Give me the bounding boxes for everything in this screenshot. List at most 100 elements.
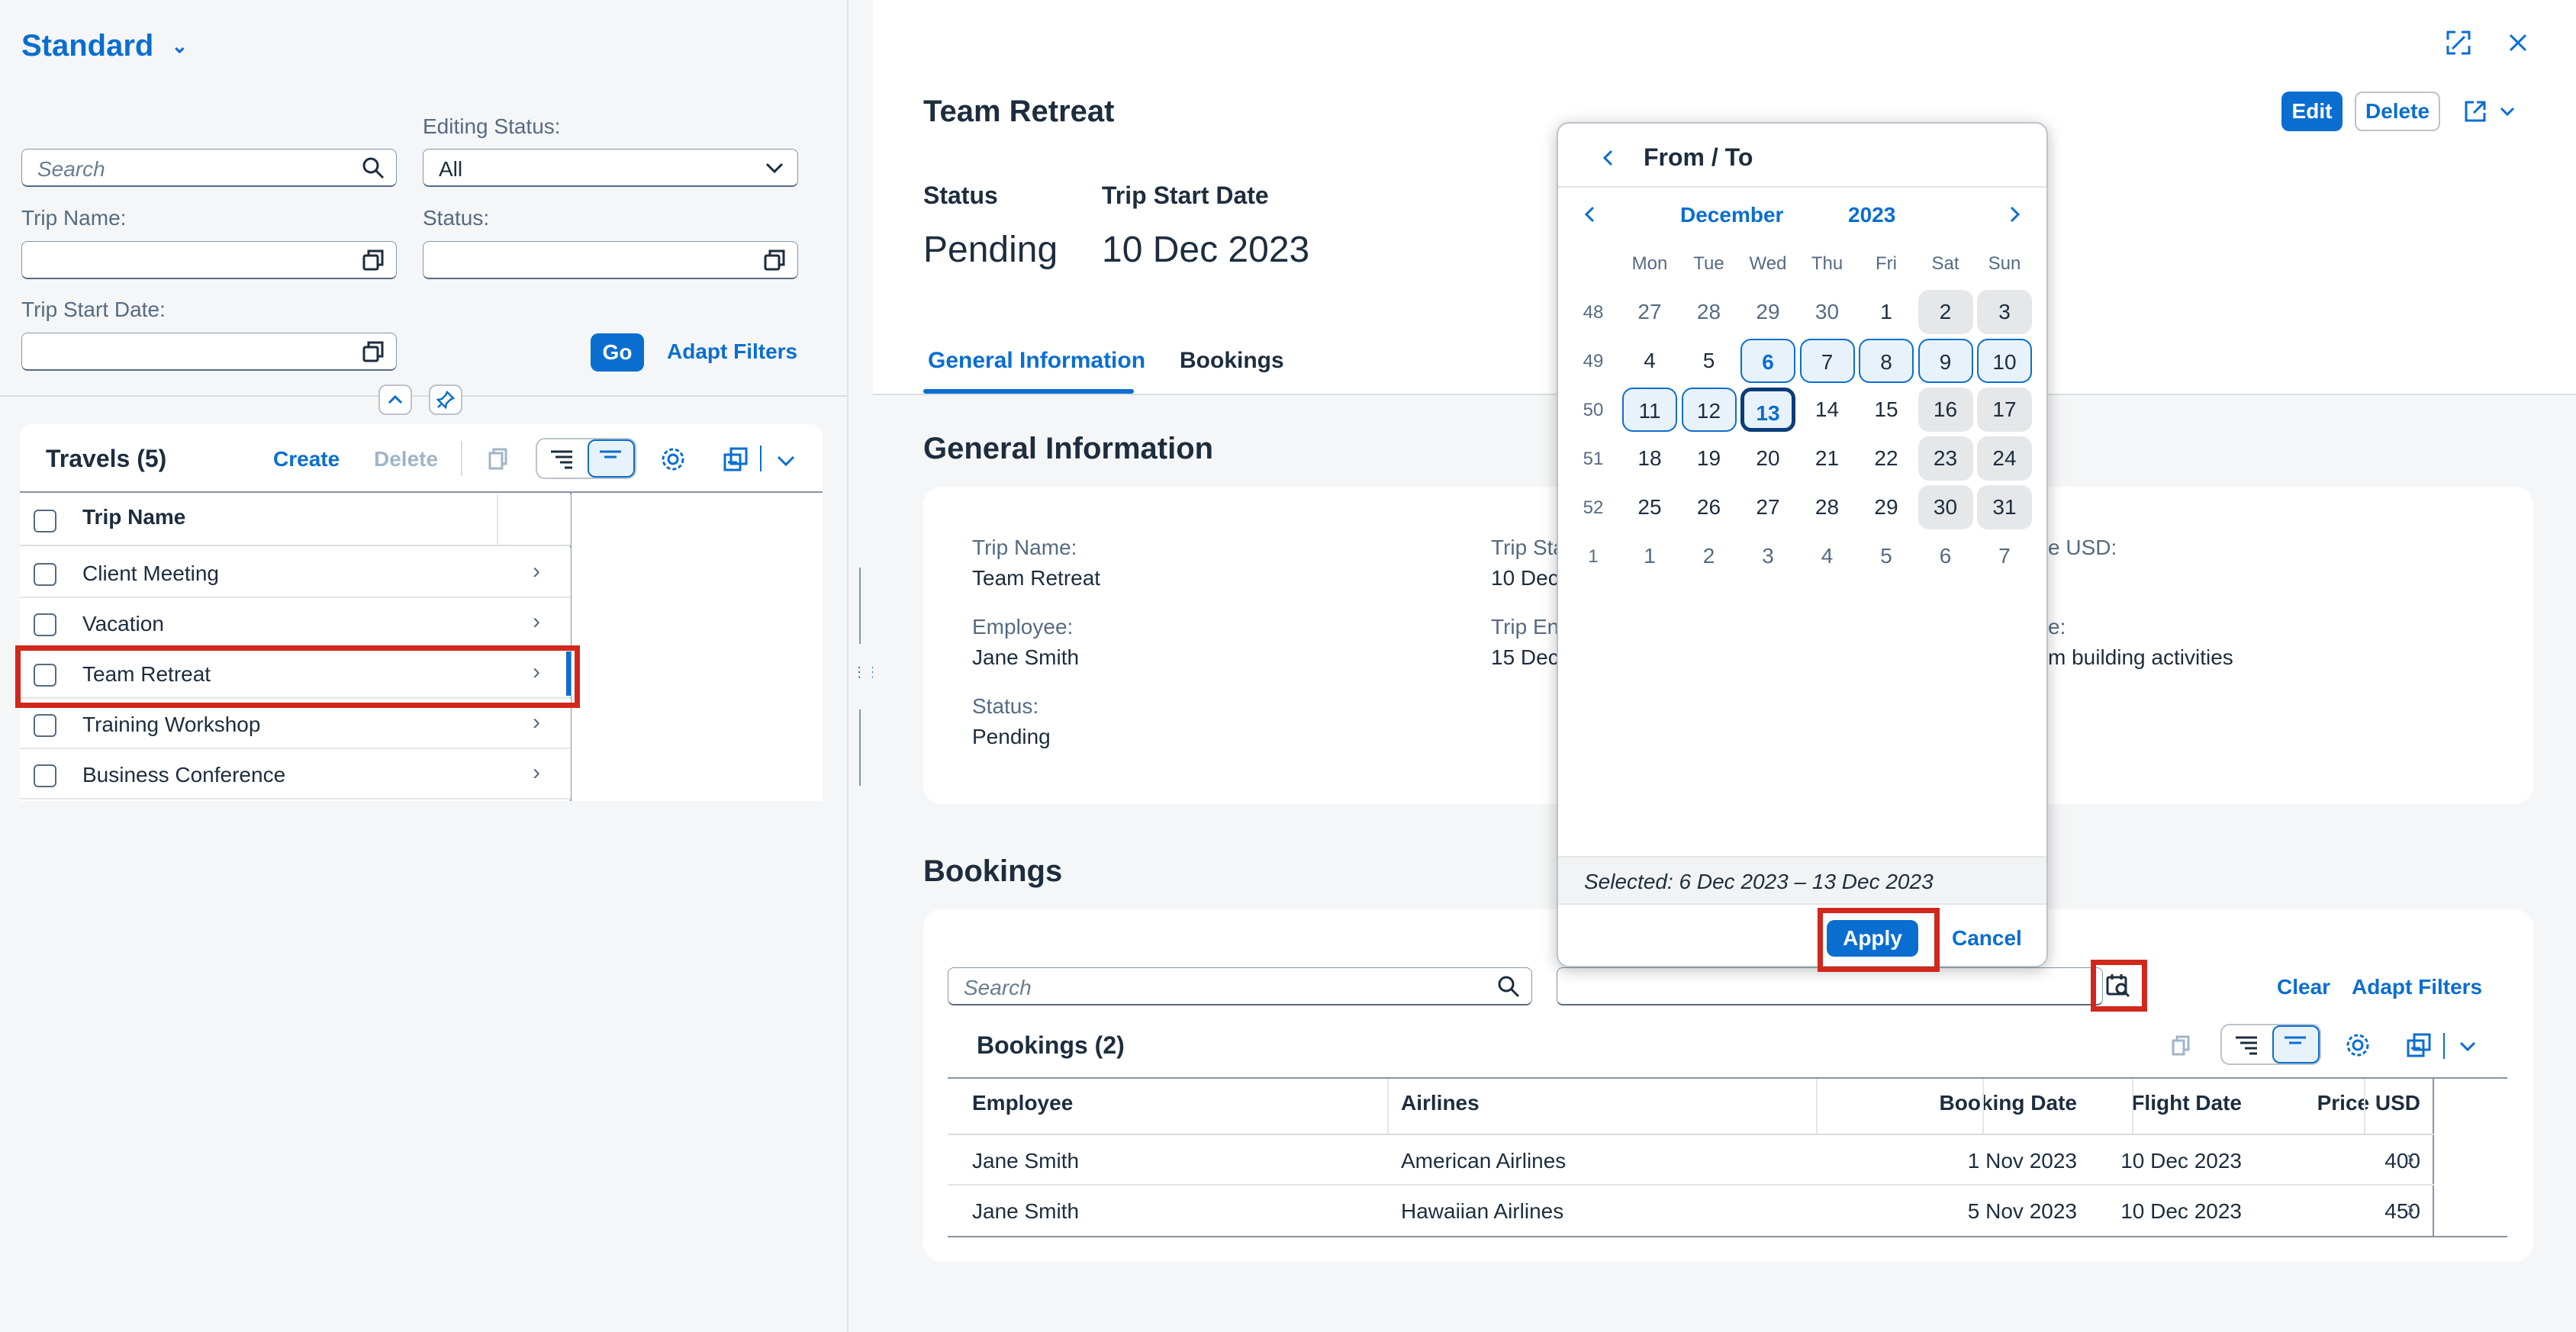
calendar-day[interactable]: 10 bbox=[1977, 339, 2032, 383]
sort-ascending-segment[interactable] bbox=[588, 439, 635, 478]
value-help-icon[interactable] bbox=[762, 248, 787, 272]
calendar-day[interactable]: 3 bbox=[1977, 290, 2032, 334]
calendar-day[interactable]: 1 bbox=[1622, 534, 1677, 578]
calendar-day[interactable]: 26 bbox=[1682, 485, 1737, 529]
travel-row[interactable]: Vacation › bbox=[20, 598, 571, 648]
navigation-arrow-icon[interactable]: › bbox=[2407, 1196, 2414, 1222]
chevron-down-icon[interactable] bbox=[2497, 101, 2518, 122]
trip-name-column-header[interactable]: Trip Name bbox=[82, 505, 185, 529]
navigation-arrow-icon[interactable]: › bbox=[533, 760, 540, 786]
calendar-day[interactable]: 4 bbox=[1622, 339, 1677, 383]
sort-segmented-button[interactable] bbox=[536, 438, 636, 479]
filter-search-input[interactable]: Search bbox=[21, 149, 397, 187]
close-icon[interactable] bbox=[2506, 31, 2530, 55]
calendar-day[interactable]: 5 bbox=[1859, 534, 1914, 578]
date-range-input[interactable] bbox=[1557, 967, 2103, 1005]
copy-icon[interactable] bbox=[482, 444, 513, 475]
export-icon[interactable] bbox=[720, 444, 751, 475]
clear-button[interactable]: Clear bbox=[2277, 975, 2330, 999]
search-icon[interactable] bbox=[361, 156, 385, 180]
calendar-day[interactable]: 11 bbox=[1622, 388, 1677, 432]
variant-title[interactable]: Standard ⌄ bbox=[21, 29, 188, 63]
fullscreen-icon[interactable] bbox=[2445, 29, 2472, 56]
navigation-arrow-icon[interactable]: › bbox=[533, 558, 540, 584]
share-icon[interactable] bbox=[2462, 98, 2489, 125]
previous-month-icon[interactable] bbox=[1581, 203, 1599, 226]
row-checkbox[interactable] bbox=[34, 764, 56, 787]
calendar-day[interactable]: 19 bbox=[1682, 436, 1737, 481]
calendar-day[interactable]: 29 bbox=[1740, 290, 1795, 334]
calendar-day[interactable]: 13 bbox=[1740, 388, 1795, 432]
gear-icon[interactable] bbox=[2343, 1030, 2373, 1060]
calendar-day[interactable]: 7 bbox=[1977, 534, 2032, 578]
sort-descending-icon[interactable] bbox=[2231, 1031, 2262, 1059]
column-header-employee[interactable]: Employee bbox=[972, 1091, 1073, 1115]
tab-bookings[interactable]: Bookings bbox=[1180, 348, 1284, 374]
navigation-arrow-icon[interactable]: › bbox=[533, 609, 540, 635]
calendar-day[interactable]: 8 bbox=[1859, 339, 1914, 383]
go-button[interactable]: Go bbox=[591, 333, 644, 372]
delete-button[interactable]: Delete bbox=[374, 447, 438, 471]
calendar-day[interactable]: 28 bbox=[1682, 290, 1737, 334]
calendar-day[interactable]: 2 bbox=[1918, 290, 1973, 334]
status-filter-input[interactable] bbox=[423, 241, 798, 279]
month-button[interactable]: December bbox=[1680, 203, 1783, 227]
edit-button[interactable]: Edit bbox=[2281, 92, 2343, 131]
trip-name-filter-input[interactable] bbox=[21, 241, 397, 279]
calendar-day[interactable]: 1 bbox=[1859, 290, 1914, 334]
calendar-day[interactable]: 12 bbox=[1681, 388, 1737, 432]
calendar-day[interactable]: 30 bbox=[1918, 485, 1973, 529]
copy-icon[interactable] bbox=[2167, 1031, 2194, 1059]
year-button[interactable]: 2023 bbox=[1848, 203, 1895, 227]
navigation-arrow-icon[interactable]: › bbox=[2407, 1146, 2414, 1172]
column-header-booking-date[interactable]: Booking Date bbox=[1842, 1091, 2077, 1115]
resize-grip-icon[interactable]: ⋮⋮ bbox=[852, 665, 880, 694]
sort-descending-icon[interactable] bbox=[546, 446, 577, 473]
calendar-day[interactable]: 21 bbox=[1800, 436, 1855, 481]
travel-row[interactable]: Business Conference › bbox=[20, 749, 571, 800]
calendar-day[interactable]: 24 bbox=[1977, 436, 2032, 481]
table-row[interactable]: Jane Smith American Airlines 1 Nov 2023 … bbox=[948, 1135, 2434, 1186]
next-month-icon[interactable] bbox=[2005, 203, 2024, 226]
calendar-day[interactable]: 9 bbox=[1918, 339, 1973, 383]
create-button[interactable]: Create bbox=[273, 447, 340, 471]
calendar-day[interactable]: 27 bbox=[1622, 290, 1677, 334]
tab-general-information[interactable]: General Information bbox=[928, 348, 1145, 374]
value-help-icon[interactable] bbox=[361, 339, 385, 364]
cancel-button[interactable]: Cancel bbox=[1952, 926, 2022, 951]
value-help-icon[interactable] bbox=[361, 248, 385, 272]
trip-start-date-filter-input[interactable] bbox=[21, 333, 397, 371]
calendar-day[interactable]: 30 bbox=[1800, 290, 1855, 334]
gear-icon[interactable] bbox=[658, 444, 688, 475]
calendar-day[interactable]: 17 bbox=[1977, 388, 2032, 432]
editing-status-select[interactable]: All bbox=[423, 149, 798, 187]
calendar-day[interactable]: 25 bbox=[1622, 485, 1677, 529]
bookings-adapt-filters-button[interactable]: Adapt Filters bbox=[2352, 975, 2482, 999]
calendar-day[interactable]: 16 bbox=[1918, 388, 1973, 432]
column-header-price[interactable]: Price USD bbox=[2246, 1091, 2420, 1115]
calendar-day[interactable]: 6 bbox=[1740, 339, 1795, 383]
navigation-arrow-icon[interactable]: › bbox=[533, 709, 540, 735]
collapse-header-button[interactable] bbox=[378, 384, 412, 415]
row-checkbox[interactable] bbox=[34, 563, 56, 586]
bookings-sort-segmented-button[interactable] bbox=[2220, 1024, 2321, 1065]
search-icon[interactable] bbox=[1496, 974, 1521, 999]
back-arrow-icon[interactable] bbox=[1599, 146, 1618, 169]
calendar-day[interactable]: 22 bbox=[1859, 436, 1914, 481]
calendar-day[interactable]: 14 bbox=[1800, 388, 1855, 432]
calendar-day[interactable]: 28 bbox=[1800, 485, 1855, 529]
column-header-flight-date[interactable]: Flight Date bbox=[2079, 1091, 2242, 1115]
delete-object-button[interactable]: Delete bbox=[2355, 92, 2440, 131]
chevron-down-icon[interactable] bbox=[771, 446, 801, 476]
calendar-day[interactable]: 4 bbox=[1800, 534, 1855, 578]
pin-header-button[interactable] bbox=[429, 384, 462, 415]
calendar-day[interactable]: 15 bbox=[1859, 388, 1914, 432]
calendar-day[interactable]: 29 bbox=[1859, 485, 1914, 529]
row-checkbox[interactable] bbox=[34, 714, 56, 737]
adapt-filters-button[interactable]: Adapt Filters bbox=[667, 339, 797, 364]
row-checkbox[interactable] bbox=[34, 613, 56, 636]
select-all-checkbox[interactable] bbox=[34, 510, 56, 532]
sort-ascending-segment[interactable] bbox=[2272, 1025, 2320, 1063]
export-icon[interactable] bbox=[2404, 1030, 2434, 1060]
calendar-day[interactable]: 6 bbox=[1918, 534, 1973, 578]
